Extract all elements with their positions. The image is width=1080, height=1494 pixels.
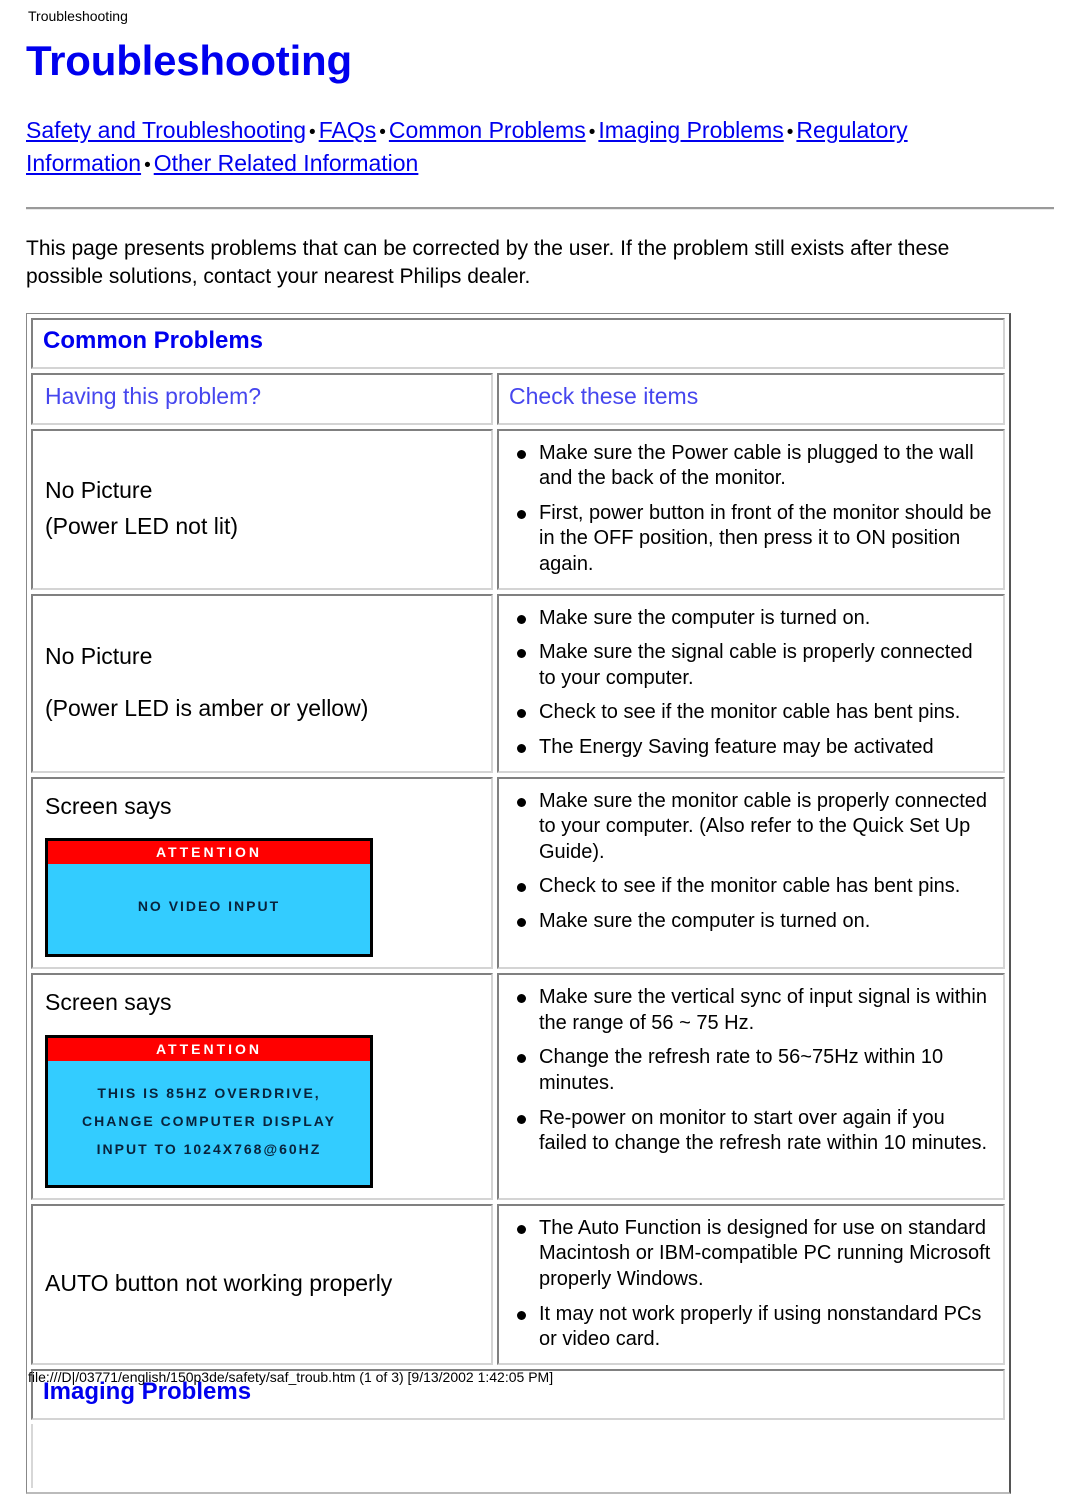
status-bar-url: file:///D|/03771/english/150p3de/safety/… [28, 1369, 554, 1385]
list-item: Check to see if the monitor cable has be… [509, 700, 993, 726]
section-title: Common Problems [43, 327, 264, 355]
problem-cell: Screen says ATTENTION NO VIDEO INPUT [31, 776, 493, 970]
list-item: Make sure the computer is turned on. [509, 606, 993, 632]
checks-list: Make sure the vertical sync of input sig… [509, 985, 993, 1157]
problem-cell: No Picture (Power LED is amber or yellow… [31, 593, 493, 773]
problem-cell: Screen says ATTENTION THIS IS 85HZ OVERD… [31, 973, 493, 1200]
intro-paragraph: This page presents problems that can be … [26, 237, 950, 289]
nav-link-faqs[interactable]: FAQs [319, 117, 377, 143]
problem-description: Screen says [45, 989, 172, 1016]
nav-separator: • [379, 121, 386, 143]
list-item: The Auto Function is designed for use on… [509, 1216, 993, 1293]
checks-cell: Make sure the Power cable is plugged to … [497, 428, 1005, 590]
list-item: Make sure the computer is turned on. [509, 909, 993, 935]
section-header-common-problems: Common Problems [31, 318, 1005, 370]
nav-link-imaging-problems[interactable]: Imaging Problems [598, 117, 783, 143]
empty-table-area [31, 1423, 1005, 1488]
page-title: Troubleshooting [26, 37, 352, 85]
table-header-row: Having this problem? Check these items [31, 373, 1005, 425]
nav-separator: • [786, 121, 794, 143]
column-header-problem: Having this problem? [31, 373, 493, 425]
problem-cell: AUTO button not working properly [31, 1203, 493, 1365]
problem-cell: No Picture (Power LED not lit) [31, 428, 493, 590]
list-item: Change the refresh rate to 56~75Hz withi… [509, 1045, 993, 1096]
common-problems-table: Common Problems Having this problem? Che… [26, 313, 1011, 1494]
table-row: No Picture (Power LED is amber or yellow… [31, 593, 1005, 773]
checks-cell: Make sure the vertical sync of input sig… [497, 973, 1005, 1200]
problem-description: AUTO button not working properly [45, 1270, 393, 1297]
list-item: Make sure the monitor cable is properly … [509, 789, 993, 866]
list-item: The Energy Saving feature may be activat… [509, 735, 993, 761]
list-item: Check to see if the monitor cable has be… [509, 874, 993, 900]
osd-message: THIS IS 85HZ OVERDRIVE, CHANGE COMPUTER … [82, 1084, 336, 1157]
table-row: No Picture (Power LED not lit) Make sure… [31, 428, 1005, 590]
table-row: Screen says ATTENTION THIS IS 85HZ OVERD… [31, 973, 1005, 1200]
problem-description: No Picture (Power LED not lit) [45, 477, 239, 540]
nav-link-other-related-information[interactable]: Other Related Information [154, 150, 419, 176]
monitor-osd-image-overdrive: ATTENTION THIS IS 85HZ OVERDRIVE, CHANGE… [45, 1034, 373, 1188]
checks-list: The Auto Function is designed for use on… [509, 1216, 993, 1353]
nav-separator: • [144, 155, 151, 177]
nav-link-common-problems[interactable]: Common Problems [389, 117, 586, 143]
list-item: Re-power on monitor to start over again … [509, 1106, 993, 1157]
page-content: Troubleshooting Safety and Troubleshooti… [0, 37, 1080, 1494]
osd-attention-bar: ATTENTION [48, 1037, 370, 1061]
nav-link-safety-and-troubleshooting[interactable]: Safety and Troubleshooting [26, 117, 306, 143]
monitor-osd-image-no-video-input: ATTENTION NO VIDEO INPUT [45, 838, 373, 958]
list-item: Make sure the signal cable is properly c… [509, 640, 993, 691]
window-title: Troubleshooting [28, 8, 128, 24]
osd-attention-bar: ATTENTION [48, 841, 370, 865]
checks-cell: The Auto Function is designed for use on… [497, 1203, 1005, 1365]
horizontal-divider [26, 207, 1054, 211]
list-item: Make sure the Power cable is plugged to … [509, 441, 993, 492]
checks-cell: Make sure the monitor cable is properly … [497, 776, 1005, 970]
column-header-checks: Check these items [497, 373, 1005, 425]
problem-description: No Picture (Power LED is amber or yellow… [45, 643, 369, 722]
list-item: First, power button in front of the moni… [509, 501, 993, 578]
breadcrumb-nav: Safety and Troubleshooting • FAQs • Common P… [26, 114, 1026, 181]
list-item: It may not work properly if using nonsta… [509, 1302, 993, 1353]
list-item: Make sure the vertical sync of input sig… [509, 985, 993, 1036]
problem-description: Screen says [45, 792, 172, 819]
common-problems-grid: Having this problem? Check these items N… [31, 373, 1005, 1365]
nav-separator: • [309, 121, 316, 143]
osd-message: NO VIDEO INPUT [137, 898, 281, 915]
checks-cell: Make sure the computer is turned on. Mak… [497, 593, 1005, 773]
checks-list: Make sure the Power cable is plugged to … [509, 441, 993, 578]
nav-separator: • [588, 121, 596, 143]
table-row: Screen says ATTENTION NO VIDEO INPUT Mak… [31, 776, 1005, 970]
table-row: AUTO button not working properly The Aut… [31, 1203, 1005, 1365]
checks-list: Make sure the computer is turned on. Mak… [509, 606, 993, 761]
checks-list: Make sure the monitor cable is properly … [509, 789, 993, 935]
